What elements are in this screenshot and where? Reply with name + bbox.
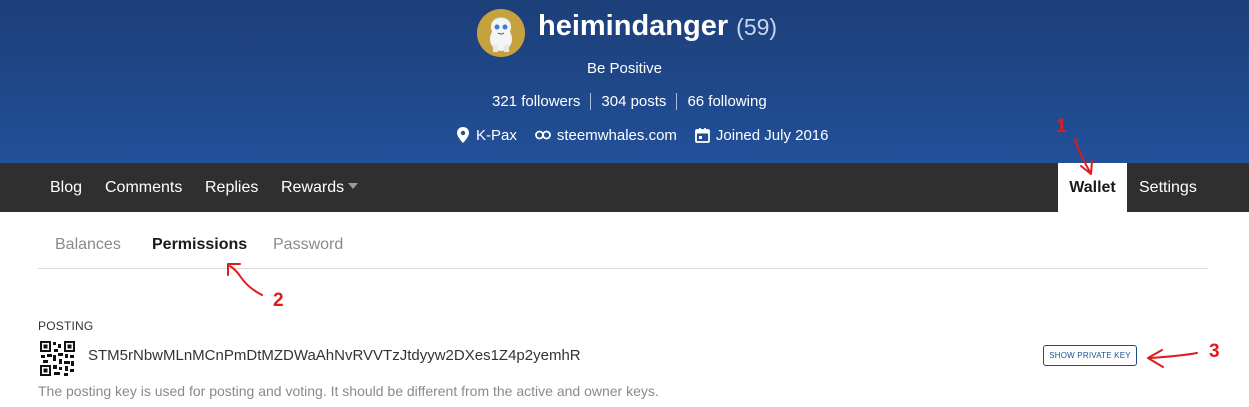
link-icon xyxy=(534,130,551,140)
avatar-image xyxy=(477,9,525,57)
profile-about: Be Positive xyxy=(586,60,663,77)
annotation-arrowhead-3 xyxy=(1147,349,1164,368)
nav-comments[interactable]: Comments xyxy=(105,163,182,212)
username: heimindanger xyxy=(538,10,729,42)
show-private-key-button[interactable]: SHOW PRIVATE KEY xyxy=(1043,345,1137,366)
tab-balances[interactable]: Balances xyxy=(55,236,121,254)
posting-key-description: The posting key is used for posting and … xyxy=(38,383,659,399)
posting-public-key: STM5rNbwMLnMCnPmDtMZDWaAhNvRVVTzJtdyyw2D… xyxy=(88,347,581,364)
location-pin-icon xyxy=(457,127,469,143)
location: K-Pax xyxy=(456,127,517,144)
annotation-arrow-3 xyxy=(1149,352,1198,359)
annotation-number-3: 3 xyxy=(1209,341,1220,362)
nav-replies[interactable]: Replies xyxy=(205,163,258,212)
profile-header: heimindanger (59) Be Positive 321 follow… xyxy=(0,0,1249,163)
following-link[interactable]: 66 following xyxy=(676,92,776,110)
profile-name-row: heimindanger (59) xyxy=(538,10,777,50)
wallet-subnav: Balances Permissions Password xyxy=(38,212,1208,269)
location-text: K-Pax xyxy=(476,126,517,144)
calendar-icon xyxy=(695,127,710,143)
tab-permissions[interactable]: Permissions xyxy=(152,236,247,254)
posts-count: 304 posts xyxy=(590,92,676,110)
tab-password[interactable]: Password xyxy=(273,236,343,254)
profile-stats: 321 followers 304 posts 66 following xyxy=(481,88,777,114)
avatar[interactable] xyxy=(477,9,525,57)
nav-rewards-label: Rewards xyxy=(281,179,345,196)
nav-rewards[interactable]: Rewards xyxy=(281,163,359,212)
annotation-number-1: 1 xyxy=(1056,116,1067,137)
joined-text: Joined July 2016 xyxy=(715,126,829,144)
website[interactable]: steemwhales.com xyxy=(534,127,677,144)
nav-blog[interactable]: Blog xyxy=(50,163,82,212)
posting-section-label: POSTING xyxy=(38,319,94,333)
followers-link[interactable]: 321 followers xyxy=(481,93,590,110)
nav-wallet[interactable]: Wallet xyxy=(1058,163,1127,212)
profile-navbar: Blog Comments Replies Rewards Wallet Set… xyxy=(0,163,1249,212)
joined: Joined July 2016 xyxy=(695,127,829,144)
profile-meta: K-Pax steemwhales.com Joined July 2016 xyxy=(456,124,847,146)
qr-code-icon[interactable] xyxy=(40,341,75,376)
annotation-number-2: 2 xyxy=(273,290,284,311)
nav-settings[interactable]: Settings xyxy=(1139,163,1197,212)
chevron-down-icon xyxy=(348,182,359,189)
annotation-arrow-2 xyxy=(229,265,263,296)
reputation-score: (59) xyxy=(736,14,778,40)
website-link[interactable]: steemwhales.com xyxy=(557,127,677,144)
